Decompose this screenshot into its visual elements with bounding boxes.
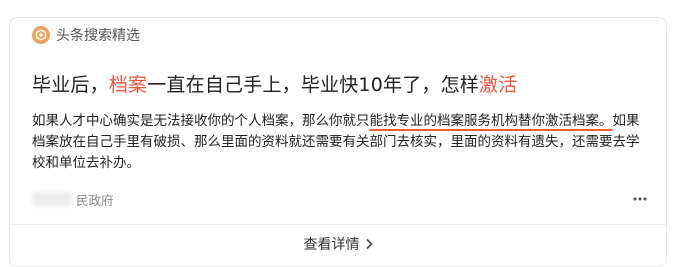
title-highlight: 档案 [108, 74, 148, 96]
blurred-source-avatar [32, 192, 72, 206]
more-dots-icon[interactable] [632, 191, 648, 207]
chevron-right-icon [365, 238, 373, 250]
divider [10, 224, 666, 225]
view-details-label: 查看详情 [303, 237, 360, 253]
title-text: 毕业后， [32, 74, 109, 96]
source-site-name: 民政府 [76, 192, 114, 208]
toutiao-search-logo-icon [32, 26, 50, 44]
title-text: 一直在自己手上，毕业快10年了，怎样 [147, 74, 479, 96]
source-row: 头条搜索精选 [32, 25, 140, 45]
view-details-button[interactable]: 查看详情 [10, 232, 666, 256]
result-snippet: 如果人才中心确实是无法接收你的个人档案，那么你就只能找专业的档案服务机构替你激活… [32, 111, 648, 174]
search-result-card[interactable]: 头条搜索精选 毕业后，档案一直在自己手上，毕业快10年了，怎样激活 如果人才中心… [9, 17, 667, 267]
title-highlight: 激活 [479, 74, 518, 96]
source-label: 头条搜索精选 [56, 28, 140, 44]
result-title[interactable]: 毕业后，档案一直在自己手上，毕业快10年了，怎样激活 [32, 70, 517, 97]
meta-row: 民政府 [32, 189, 648, 209]
snippet-underlined-text: 能找专业的档案服务机构替你激活档案。 [369, 113, 613, 129]
snippet-text: 如果人才中心确实是无法接收你的个人档案，那么你就只 [32, 113, 370, 129]
